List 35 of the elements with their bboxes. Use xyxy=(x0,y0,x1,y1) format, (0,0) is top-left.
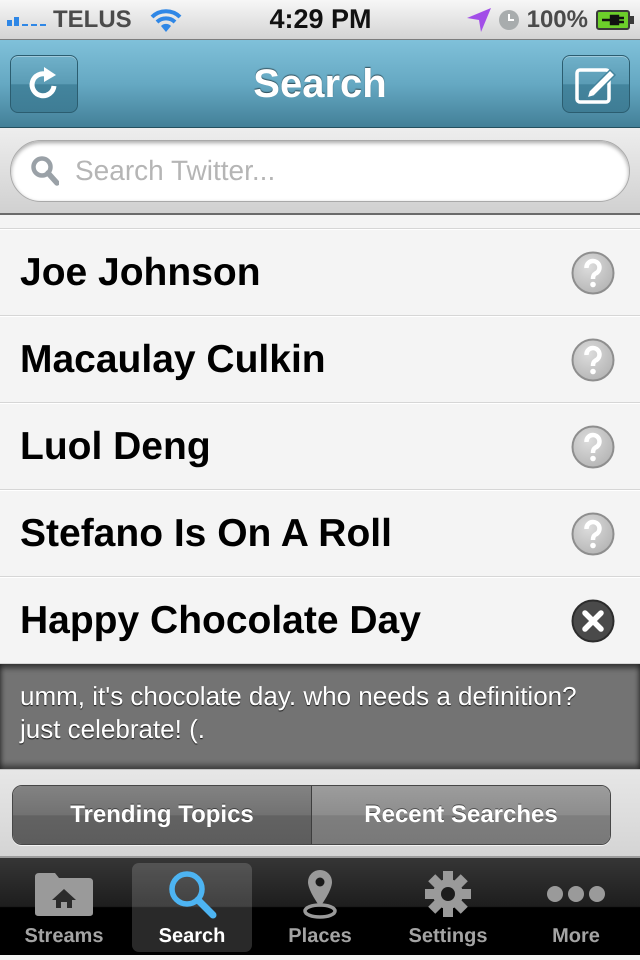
help-icon[interactable] xyxy=(571,250,615,294)
carrier-name: TELUS xyxy=(53,8,132,32)
wifi-icon xyxy=(150,8,182,32)
topic-item[interactable]: Macaulay Culkin xyxy=(0,316,640,403)
topic-item[interactable]: Luol Deng xyxy=(0,403,640,490)
help-icon[interactable] xyxy=(571,338,615,382)
search-icon xyxy=(167,869,217,919)
tab-item[interactable]: Settings xyxy=(388,863,508,952)
topic-item[interactable]: Joe Johnson xyxy=(0,229,640,316)
battery-icon xyxy=(596,10,634,30)
topic-item[interactable]: Stefano Is On A Roll xyxy=(0,490,640,577)
topic-item[interactable]: Happy Chocolate Day xyxy=(0,577,640,664)
definition-panel: umm, it's chocolate day. who needs a definition? just celebrate! (. xyxy=(0,664,640,769)
battery-percentage: 100% xyxy=(526,8,588,32)
tab-item[interactable]: Places xyxy=(260,863,380,952)
search-field[interactable]: Search Twitter... xyxy=(10,140,630,202)
tab-item[interactable]: Search xyxy=(132,863,252,952)
folder-house-icon xyxy=(33,871,95,917)
more-icon xyxy=(546,885,606,903)
settings-icon xyxy=(424,870,472,918)
map-pin-icon xyxy=(303,869,337,919)
tab-item[interactable]: Streams xyxy=(4,863,124,952)
help-icon[interactable] xyxy=(571,512,615,556)
help-icon[interactable] xyxy=(571,424,615,468)
segment-tab[interactable]: Trending Topics xyxy=(13,786,311,844)
clock-icon xyxy=(498,10,519,30)
segment-tab[interactable]: Recent Searches xyxy=(311,786,610,844)
location-arrow-icon xyxy=(466,8,491,32)
search-icon xyxy=(31,156,59,186)
refresh-button[interactable] xyxy=(10,54,78,112)
nav-title: Search xyxy=(252,60,388,108)
close-icon[interactable] xyxy=(571,598,615,642)
status-time: 4:29 PM xyxy=(269,6,372,33)
tab-item[interactable]: More xyxy=(516,863,636,952)
compose-button[interactable] xyxy=(562,54,630,112)
